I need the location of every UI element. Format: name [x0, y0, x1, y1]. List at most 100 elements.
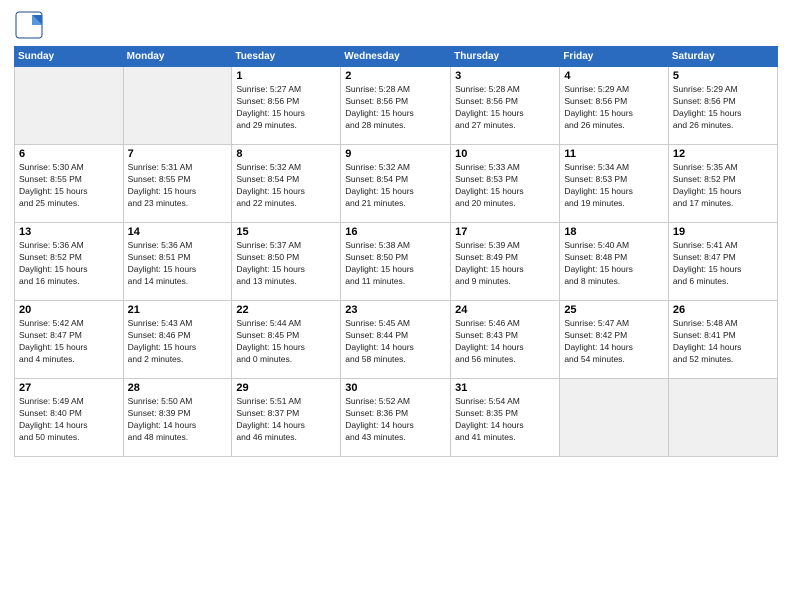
calendar-cell: 19Sunrise: 5:41 AM Sunset: 8:47 PM Dayli… [668, 223, 777, 301]
day-info: Sunrise: 5:28 AM Sunset: 8:56 PM Dayligh… [455, 84, 555, 132]
day-number: 25 [564, 304, 664, 316]
week-row-2: 6 Sunrise: 5:30 AM Sunset: 8:55 PM Daylig… [15, 145, 778, 223]
weekday-header-friday: Friday [560, 47, 669, 67]
day-info: Sunrise: 5:42 AM Sunset: 8:47 PM Dayligh… [19, 318, 119, 366]
weekday-header-wednesday: Wednesday [341, 47, 451, 67]
day-number: 29 [236, 382, 336, 394]
day-info: Sunrise: 5:48 AM Sunset: 8:41 PM Dayligh… [673, 318, 773, 366]
calendar-cell [123, 67, 232, 145]
day-number: 10 [455, 148, 555, 160]
day-info: Sunrise: 5:28 AM Sunset: 8:56 PM Dayligh… [345, 84, 446, 132]
day-info: Sunrise: 5:32 AM Sunset: 8:54 PM Dayligh… [345, 162, 446, 210]
calendar-cell: 5 Sunrise: 5:29 AM Sunset: 8:56 PM Daylig… [668, 67, 777, 145]
calendar-cell: 23Sunrise: 5:45 AM Sunset: 8:44 PM Dayli… [341, 301, 451, 379]
day-number: 18 [564, 226, 664, 238]
calendar-cell: 12 Sunrise: 5:35 AM Sunset: 8:52 PM Dayli… [668, 145, 777, 223]
calendar-cell: 9 Sunrise: 5:32 AM Sunset: 8:54 PM Daylig… [341, 145, 451, 223]
day-number: 11 [564, 148, 664, 160]
day-number: 16 [345, 226, 446, 238]
day-info: Sunrise: 5:38 AM Sunset: 8:50 PM Dayligh… [345, 240, 446, 288]
day-number: 6 [19, 148, 119, 160]
day-info: Sunrise: 5:36 AM Sunset: 8:51 PM Dayligh… [128, 240, 228, 288]
day-info: Sunrise: 5:30 AM Sunset: 8:55 PM Dayligh… [19, 162, 119, 210]
calendar-cell: 1 Sunrise: 5:27 AM Sunset: 8:56 PM Daylig… [232, 67, 341, 145]
calendar-cell: 24 Sunrise: 5:46 AM Sunset: 8:43 PM Dayli… [451, 301, 560, 379]
day-info: Sunrise: 5:33 AM Sunset: 8:53 PM Dayligh… [455, 162, 555, 210]
day-info: Sunrise: 5:29 AM Sunset: 8:56 PM Dayligh… [564, 84, 664, 132]
day-number: 17 [455, 226, 555, 238]
calendar-cell: 30Sunrise: 5:52 AM Sunset: 8:36 PM Dayli… [341, 379, 451, 457]
day-number: 3 [455, 70, 555, 82]
day-number: 31 [455, 382, 555, 394]
calendar-cell: 21Sunrise: 5:43 AM Sunset: 8:46 PM Dayli… [123, 301, 232, 379]
day-info: Sunrise: 5:54 AM Sunset: 8:35 PM Dayligh… [455, 396, 555, 444]
calendar-cell: 14 Sunrise: 5:36 AM Sunset: 8:51 PM Dayli… [123, 223, 232, 301]
day-number: 5 [673, 70, 773, 82]
weekday-header-saturday: Saturday [668, 47, 777, 67]
calendar-cell: 3 Sunrise: 5:28 AM Sunset: 8:56 PM Daylig… [451, 67, 560, 145]
day-info: Sunrise: 5:27 AM Sunset: 8:56 PM Dayligh… [236, 84, 336, 132]
day-number: 20 [19, 304, 119, 316]
day-number: 1 [236, 70, 336, 82]
calendar-cell: 15Sunrise: 5:37 AM Sunset: 8:50 PM Dayli… [232, 223, 341, 301]
week-row-5: 27Sunrise: 5:49 AM Sunset: 8:40 PM Dayli… [15, 379, 778, 457]
calendar-cell: 28 Sunrise: 5:50 AM Sunset: 8:39 PM Dayli… [123, 379, 232, 457]
day-info: Sunrise: 5:31 AM Sunset: 8:55 PM Dayligh… [128, 162, 228, 210]
calendar-cell: 2 Sunrise: 5:28 AM Sunset: 8:56 PM Daylig… [341, 67, 451, 145]
day-info: Sunrise: 5:50 AM Sunset: 8:39 PM Dayligh… [128, 396, 228, 444]
calendar-cell: 29Sunrise: 5:51 AM Sunset: 8:37 PM Dayli… [232, 379, 341, 457]
calendar-cell: 11 Sunrise: 5:34 AM Sunset: 8:53 PM Dayli… [560, 145, 669, 223]
day-number: 24 [455, 304, 555, 316]
calendar-cell: 26 Sunrise: 5:48 AM Sunset: 8:41 PM Dayli… [668, 301, 777, 379]
calendar-cell: 20 Sunrise: 5:42 AM Sunset: 8:47 PM Dayli… [15, 301, 124, 379]
day-info: Sunrise: 5:44 AM Sunset: 8:45 PM Dayligh… [236, 318, 336, 366]
week-row-1: 1 Sunrise: 5:27 AM Sunset: 8:56 PM Daylig… [15, 67, 778, 145]
calendar-cell [668, 379, 777, 457]
calendar-cell: 16 Sunrise: 5:38 AM Sunset: 8:50 PM Dayli… [341, 223, 451, 301]
day-info: Sunrise: 5:46 AM Sunset: 8:43 PM Dayligh… [455, 318, 555, 366]
day-number: 2 [345, 70, 446, 82]
week-row-3: 13Sunrise: 5:36 AM Sunset: 8:52 PM Dayli… [15, 223, 778, 301]
day-info: Sunrise: 5:40 AM Sunset: 8:48 PM Dayligh… [564, 240, 664, 288]
header [14, 10, 778, 40]
calendar-cell: 31 Sunrise: 5:54 AM Sunset: 8:35 PM Dayli… [451, 379, 560, 457]
logo-icon [14, 10, 44, 40]
day-number: 14 [128, 226, 228, 238]
day-info: Sunrise: 5:32 AM Sunset: 8:54 PM Dayligh… [236, 162, 336, 210]
calendar-cell [15, 67, 124, 145]
calendar-cell: 17 Sunrise: 5:39 AM Sunset: 8:49 PM Dayli… [451, 223, 560, 301]
day-number: 4 [564, 70, 664, 82]
day-info: Sunrise: 5:39 AM Sunset: 8:49 PM Dayligh… [455, 240, 555, 288]
day-info: Sunrise: 5:29 AM Sunset: 8:56 PM Dayligh… [673, 84, 773, 132]
calendar-table: SundayMondayTuesdayWednesdayThursdayFrid… [14, 46, 778, 457]
weekday-header-tuesday: Tuesday [232, 47, 341, 67]
day-number: 9 [345, 148, 446, 160]
day-number: 28 [128, 382, 228, 394]
day-info: Sunrise: 5:45 AM Sunset: 8:44 PM Dayligh… [345, 318, 446, 366]
calendar-cell: 22 Sunrise: 5:44 AM Sunset: 8:45 PM Dayli… [232, 301, 341, 379]
day-number: 12 [673, 148, 773, 160]
day-number: 21 [128, 304, 228, 316]
day-info: Sunrise: 5:41 AM Sunset: 8:47 PM Dayligh… [673, 240, 773, 288]
calendar-cell: 18 Sunrise: 5:40 AM Sunset: 8:48 PM Dayli… [560, 223, 669, 301]
weekday-header-sunday: Sunday [15, 47, 124, 67]
logo [14, 10, 48, 40]
day-number: 30 [345, 382, 446, 394]
page: SundayMondayTuesdayWednesdayThursdayFrid… [0, 0, 792, 612]
weekday-header-thursday: Thursday [451, 47, 560, 67]
day-info: Sunrise: 5:49 AM Sunset: 8:40 PM Dayligh… [19, 396, 119, 444]
calendar-cell [560, 379, 669, 457]
day-info: Sunrise: 5:34 AM Sunset: 8:53 PM Dayligh… [564, 162, 664, 210]
calendar-cell: 7 Sunrise: 5:31 AM Sunset: 8:55 PM Daylig… [123, 145, 232, 223]
day-number: 8 [236, 148, 336, 160]
calendar-cell: 10 Sunrise: 5:33 AM Sunset: 8:53 PM Dayli… [451, 145, 560, 223]
day-number: 22 [236, 304, 336, 316]
day-number: 15 [236, 226, 336, 238]
day-number: 26 [673, 304, 773, 316]
day-number: 7 [128, 148, 228, 160]
day-info: Sunrise: 5:47 AM Sunset: 8:42 PM Dayligh… [564, 318, 664, 366]
calendar-cell: 8 Sunrise: 5:32 AM Sunset: 8:54 PM Daylig… [232, 145, 341, 223]
day-number: 13 [19, 226, 119, 238]
day-info: Sunrise: 5:35 AM Sunset: 8:52 PM Dayligh… [673, 162, 773, 210]
week-row-4: 20 Sunrise: 5:42 AM Sunset: 8:47 PM Dayli… [15, 301, 778, 379]
